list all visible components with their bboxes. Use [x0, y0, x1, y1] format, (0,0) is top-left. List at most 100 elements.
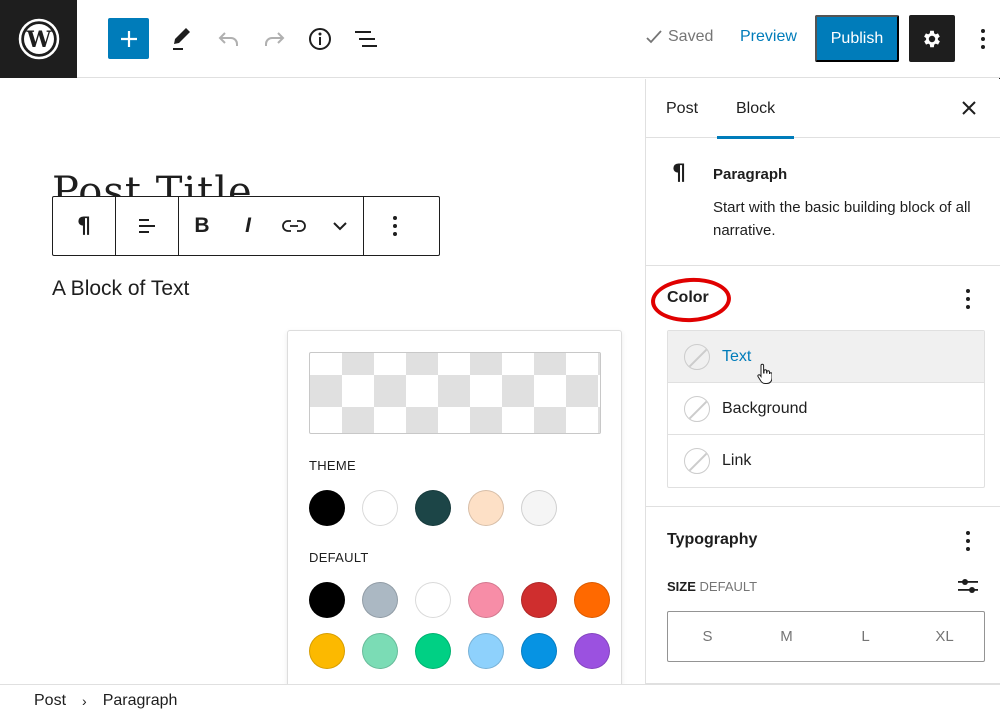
- size-option-l[interactable]: L: [826, 612, 905, 661]
- color-swatch[interactable]: [521, 582, 557, 618]
- default-palette-label: DEFAULT: [309, 550, 369, 565]
- color-panel: Color Text Background Link: [646, 267, 1000, 507]
- color-swatch[interactable]: [362, 490, 398, 526]
- more-formats-button[interactable]: [317, 197, 363, 255]
- wordpress-logo-icon[interactable]: W: [0, 0, 77, 78]
- color-preview: [309, 352, 601, 434]
- tab-post-label: Post: [666, 99, 699, 117]
- bold-icon: B: [194, 214, 210, 237]
- size-option-m[interactable]: M: [747, 612, 826, 661]
- color-swatch[interactable]: [574, 582, 610, 618]
- settings-button[interactable]: [909, 15, 955, 62]
- color-settings-list: Text Background Link: [667, 330, 985, 488]
- check-icon: [646, 30, 662, 44]
- default-swatches-row-1: [309, 582, 610, 618]
- color-swatch[interactable]: [574, 633, 610, 669]
- checker-square: [598, 407, 600, 433]
- checker-square: [470, 407, 502, 433]
- color-swatch[interactable]: [415, 582, 451, 618]
- list-view-button[interactable]: [352, 26, 380, 52]
- preview-link[interactable]: Preview: [740, 28, 797, 46]
- custom-size-button[interactable]: [956, 575, 980, 597]
- checker-square: [534, 407, 566, 433]
- color-swatch[interactable]: [415, 490, 451, 526]
- color-item-background[interactable]: Background: [668, 383, 984, 435]
- color-panel-options-kebab-icon[interactable]: [965, 289, 971, 309]
- checker-square: [566, 375, 598, 407]
- breadcrumb-item-paragraph[interactable]: Paragraph: [103, 692, 178, 710]
- checker-square: [406, 407, 438, 433]
- add-block-button[interactable]: [108, 18, 149, 59]
- block-name: Paragraph: [713, 166, 788, 183]
- link-icon: [282, 220, 306, 232]
- hand-cursor-icon: [757, 363, 772, 384]
- checker-square: [342, 353, 374, 375]
- saved-status: Saved: [646, 28, 713, 46]
- size-option-s[interactable]: S: [668, 612, 747, 661]
- close-sidebar-button[interactable]: [958, 97, 980, 119]
- publish-button[interactable]: Publish: [815, 15, 899, 62]
- saved-label: Saved: [668, 28, 714, 45]
- redo-button[interactable]: [260, 27, 288, 51]
- typography-options-kebab-icon[interactable]: [965, 531, 971, 551]
- checker-square: [406, 353, 438, 375]
- checker-square: [438, 375, 470, 407]
- size-label-text: SIZE: [667, 579, 696, 594]
- color-swatch[interactable]: [468, 633, 504, 669]
- sidebar-tabs: Post Block: [646, 79, 1000, 139]
- typography-panel-title: Typography: [667, 531, 758, 548]
- block-options-button[interactable]: [364, 197, 426, 255]
- checker-square: [310, 375, 342, 407]
- checker-square: [502, 375, 534, 407]
- block-toolbar: ¶ B I: [52, 196, 440, 256]
- undo-icon: [218, 32, 238, 46]
- link-button[interactable]: [271, 197, 317, 255]
- bold-button[interactable]: B: [179, 197, 225, 255]
- color-item-label: Link: [722, 452, 752, 469]
- size-value-text: DEFAULT: [699, 579, 758, 594]
- color-swatch[interactable]: [521, 633, 557, 669]
- italic-button[interactable]: I: [225, 197, 271, 255]
- pencil-icon: [173, 28, 190, 50]
- checker-square: [374, 375, 406, 407]
- tab-block[interactable]: Block: [717, 79, 795, 139]
- font-size-label: SIZE DEFAULT: [667, 579, 757, 594]
- color-item-label: Background: [722, 399, 808, 417]
- tab-post[interactable]: Post: [666, 79, 698, 138]
- size-option-xl[interactable]: XL: [905, 612, 984, 661]
- gear-icon: [924, 30, 940, 47]
- undo-button[interactable]: [215, 27, 243, 51]
- details-button[interactable]: [306, 25, 334, 53]
- color-panel-title: Color: [667, 289, 709, 306]
- theme-swatches: [309, 490, 557, 526]
- color-swatch[interactable]: [309, 633, 345, 669]
- color-swatch[interactable]: [309, 582, 345, 618]
- settings-sidebar: Post Block ¶ Paragraph Start with the ba…: [645, 79, 1000, 684]
- paragraph-transform-button[interactable]: ¶: [53, 197, 115, 255]
- color-swatch[interactable]: [521, 490, 557, 526]
- color-item-link[interactable]: Link: [668, 435, 984, 487]
- color-swatch[interactable]: [309, 490, 345, 526]
- color-swatch[interactable]: [362, 633, 398, 669]
- color-swatch[interactable]: [362, 582, 398, 618]
- align-left-icon: [139, 219, 155, 233]
- breadcrumb-item-post[interactable]: Post: [34, 692, 66, 710]
- options-kebab-icon[interactable]: [980, 29, 986, 49]
- color-item-label: Text: [722, 347, 752, 365]
- block-card: ¶ Paragraph Start with the basic buildin…: [646, 139, 1000, 266]
- redo-icon: [265, 32, 285, 46]
- paragraph-block[interactable]: A Block of Text: [52, 277, 189, 301]
- color-item-text[interactable]: Text: [668, 331, 984, 383]
- typography-panel: Typography SIZE DEFAULT S M L XL: [646, 508, 1000, 684]
- chevron-right-icon: ›: [82, 692, 87, 709]
- list-view-icon: [355, 31, 377, 47]
- plus-icon: [120, 30, 137, 47]
- tools-button[interactable]: [167, 24, 195, 54]
- color-swatch[interactable]: [468, 582, 504, 618]
- theme-palette-label: THEME: [309, 458, 356, 473]
- breadcrumb: Post › Paragraph: [0, 684, 1000, 716]
- align-button[interactable]: [116, 197, 178, 255]
- settings-sliders-icon: [958, 579, 978, 593]
- color-swatch[interactable]: [415, 633, 451, 669]
- color-swatch[interactable]: [468, 490, 504, 526]
